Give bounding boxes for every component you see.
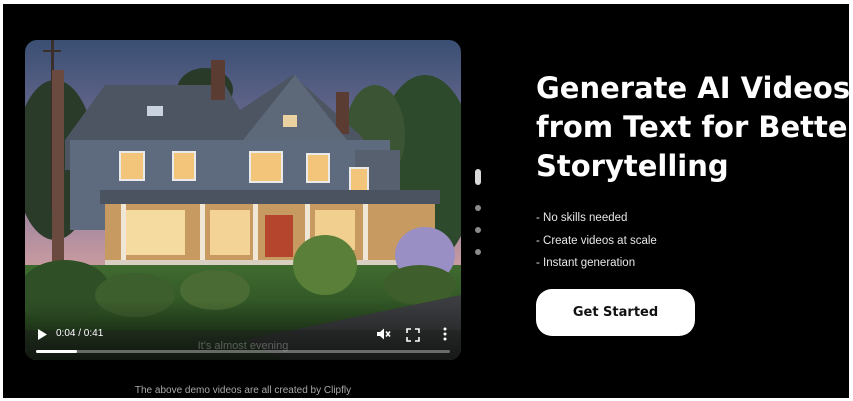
hero-headline: Generate AI Videos from Text for Better … — [536, 69, 849, 186]
fullscreen-button[interactable] — [406, 327, 420, 342]
play-icon — [38, 328, 47, 340]
headline-line: from Text for Better — [536, 110, 849, 144]
play-button[interactable] — [35, 327, 49, 341]
carousel-dot[interactable] — [475, 249, 481, 255]
video-time: 0:04 / 0:41 — [56, 328, 104, 339]
feature-item: - No skills needed — [536, 212, 628, 224]
feature-list: - No skills needed - Create videos at sc… — [536, 207, 657, 275]
hero-section: 0:04 / 0:41 It's almost evening Generate… — [3, 4, 849, 398]
demo-caption: The above demo videos are all created by… — [134, 385, 352, 396]
video-player[interactable]: 0:04 / 0:41 It's almost evening — [25, 40, 461, 360]
feature-item: - Create videos at scale — [536, 234, 657, 247]
headline-line: Storytelling — [536, 149, 729, 183]
feature-item: - Instant generation — [536, 257, 636, 269]
headline-line: Generate AI Videos — [536, 71, 849, 105]
carousel-dot[interactable] — [475, 205, 481, 211]
carousel-dot-active[interactable] — [475, 169, 481, 185]
video-progress-fill — [36, 350, 78, 353]
video-progress-bar[interactable] — [36, 350, 450, 353]
get-started-button[interactable]: Get Started — [536, 289, 695, 336]
carousel-dot[interactable] — [475, 227, 481, 233]
